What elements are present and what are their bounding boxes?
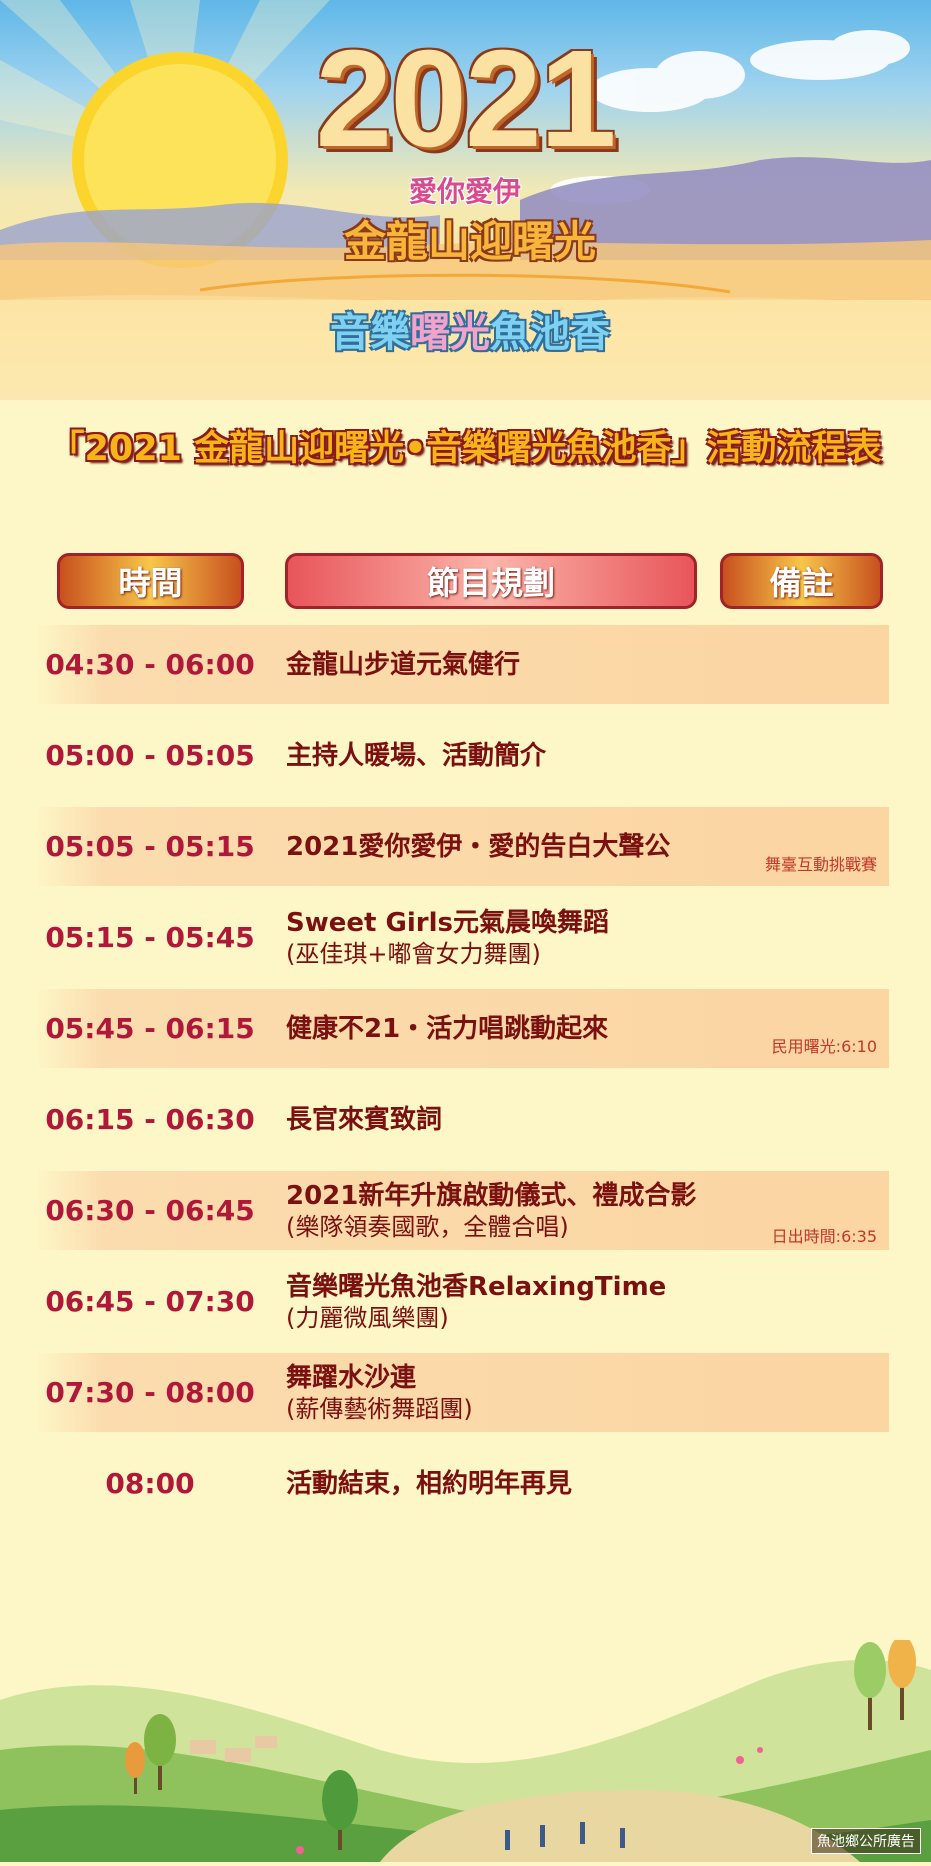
program-cell: 2021愛你愛伊・愛的告白大聲公 xyxy=(286,807,746,886)
program-title: 音樂曙光魚池香RelaxingTime xyxy=(286,1271,667,1302)
program-subtitle: (巫佳琪+嘟會女力舞團) xyxy=(286,939,541,968)
table-row: 07:30 - 08:00 舞躍水沙連 (薪傳藝術舞蹈團) xyxy=(0,1353,931,1432)
time-cell: 04:30 - 06:00 xyxy=(45,648,255,681)
page-title: 「2021 金龍山迎曙光•音樂曙光魚池香」活動流程表 xyxy=(49,429,882,469)
time-cell: 07:30 - 08:00 xyxy=(45,1376,255,1409)
program-cell: 活動結束，相約明年再見 xyxy=(286,1444,746,1523)
logo-subtitle-music: 音樂 xyxy=(330,310,410,356)
hill-illustration xyxy=(0,1636,931,1862)
sky-banner: 2021 愛你愛伊 金龍山迎曙光 音樂曙光魚池香 xyxy=(0,0,931,400)
program-subtitle: (力麗微風樂團) xyxy=(286,1303,449,1332)
program-title: 長官來賓致詞 xyxy=(286,1104,443,1135)
program-title: 舞躍水沙連 xyxy=(286,1362,417,1393)
header-program: 節目規劃 xyxy=(285,553,697,609)
logo-title: 金龍山迎曙光 xyxy=(343,217,596,266)
program-cell: 舞躍水沙連 (薪傳藝術舞蹈團) xyxy=(286,1353,746,1432)
program-cell: Sweet Girls元氣晨喚舞蹈 (巫佳琪+嘟會女力舞團) xyxy=(286,898,746,977)
program-title: 活動結束，相約明年再見 xyxy=(286,1468,573,1499)
logo-subtitle-dawn: 曙光 xyxy=(410,310,490,356)
program-cell: 金龍山步道元氣健行 xyxy=(286,625,746,704)
time-cell: 05:15 - 05:45 xyxy=(45,921,255,954)
time-cell: 06:15 - 06:30 xyxy=(45,1103,255,1136)
note-cell: 舞臺互動挑戰賽 xyxy=(764,855,877,874)
logo-subtitle-yuchi: 魚池香 xyxy=(490,310,610,356)
program-subtitle: (樂隊領奏國歌，全體合唱) xyxy=(286,1212,569,1241)
time-cell: 05:05 - 05:15 xyxy=(45,830,255,863)
table-row: 05:00 - 05:05 主持人暖場、活動簡介 xyxy=(0,716,931,795)
table-row: 04:30 - 06:00 金龍山步道元氣健行 xyxy=(0,625,931,704)
time-cell: 05:45 - 06:15 xyxy=(45,1012,255,1045)
program-title: 金龍山步道元氣健行 xyxy=(286,649,521,680)
time-cell: 08:00 xyxy=(105,1467,195,1500)
program-subtitle: (薪傳藝術舞蹈團) xyxy=(286,1394,473,1423)
note-cell: 民用曙光:6:10 xyxy=(771,1037,877,1056)
time-cell: 05:00 - 05:05 xyxy=(45,739,255,772)
logo-tagline: 愛你愛伊 xyxy=(408,175,521,208)
logo-year: 2021 xyxy=(315,22,617,176)
time-cell: 06:30 - 06:45 xyxy=(45,1194,255,1227)
logo-subtitle: 音樂曙光魚池香 xyxy=(300,300,640,358)
footer-landscape: 魚池鄉公所廣告 xyxy=(0,1636,931,1862)
table-row: 05:15 - 05:45 Sweet Girls元氣晨喚舞蹈 (巫佳琪+嘟會女力舞… xyxy=(0,898,931,977)
program-title: Sweet Girls元氣晨喚舞蹈 xyxy=(286,907,609,938)
program-title: 健康不21・活力唱跳動起來 xyxy=(286,1013,609,1044)
program-title: 2021愛你愛伊・愛的告白大聲公 xyxy=(286,831,671,862)
table-row: 08:00 活動結束，相約明年再見 xyxy=(0,1444,931,1523)
program-cell: 主持人暖場、活動簡介 xyxy=(286,716,746,795)
table-row: 06:45 - 07:30 音樂曙光魚池香RelaxingTime (力麗微風樂團) xyxy=(0,1262,931,1341)
table-row: 05:05 - 05:15 2021愛你愛伊・愛的告白大聲公舞臺互動挑戰賽 xyxy=(0,807,931,886)
table-row: 06:30 - 06:45 2021新年升旗啟動儀式、禮成合影 (樂隊領奏國歌，全體… xyxy=(0,1171,931,1250)
program-cell: 2021新年升旗啟動儀式、禮成合影 (樂隊領奏國歌，全體合唱) xyxy=(286,1171,746,1250)
header-note: 備註 xyxy=(720,553,883,609)
table-row: 05:45 - 06:15 健康不21・活力唱跳動起來民用曙光:6:10 xyxy=(0,989,931,1068)
program-title: 主持人暖場、活動簡介 xyxy=(286,740,547,771)
program-cell: 長官來賓致詞 xyxy=(286,1080,746,1159)
table-row: 06:15 - 06:30 長官來賓致詞 xyxy=(0,1080,931,1159)
time-cell: 06:45 - 07:30 xyxy=(45,1285,255,1318)
program-title: 2021新年升旗啟動儀式、禮成合影 xyxy=(286,1180,697,1211)
credit-label: 魚池鄉公所廣告 xyxy=(811,1828,921,1854)
program-cell: 健康不21・活力唱跳動起來 xyxy=(286,989,746,1068)
note-cell: 日出時間:6:35 xyxy=(771,1227,877,1246)
header-time: 時間 xyxy=(57,553,244,609)
program-cell: 音樂曙光魚池香RelaxingTime (力麗微風樂團) xyxy=(286,1262,746,1341)
